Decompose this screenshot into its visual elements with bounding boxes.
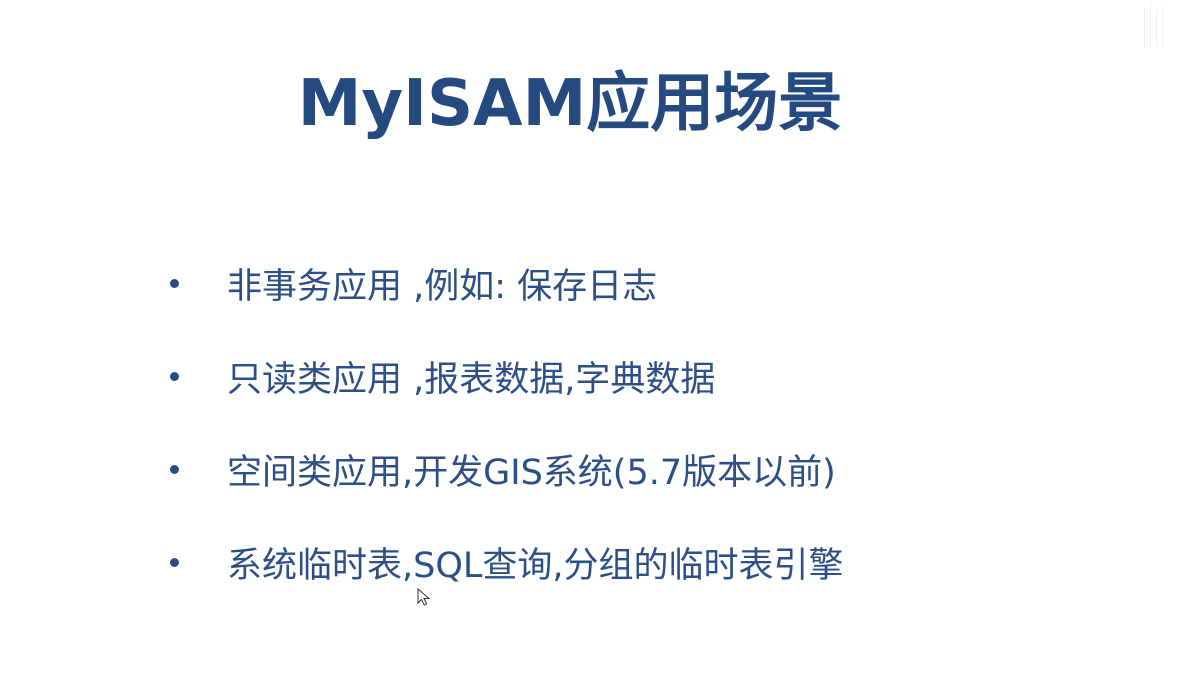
list-item: 系统临时表,SQL查询,分组的临时表引擎 <box>170 531 844 593</box>
presentation-slide: MyISAM应用场景 非事务应用 ,例如: 保存日志 只读类应用 ,报表数据,字… <box>0 0 1180 689</box>
bullet-text: 系统临时表,SQL查询,分组的临时表引擎 <box>227 545 844 586</box>
bullet-list: 非事务应用 ,例如: 保存日志 只读类应用 ,报表数据,字典数据 空间类应用,开… <box>170 252 844 624</box>
bullet-dot-icon <box>170 557 179 567</box>
list-item: 空间类应用,开发GIS系统(5.7版本以前) <box>170 438 844 500</box>
mouse-pointer-icon <box>417 588 431 606</box>
list-item: 非事务应用 ,例如: 保存日志 <box>170 252 844 314</box>
bullet-text: 空间类应用,开发GIS系统(5.7版本以前) <box>227 452 836 493</box>
bullet-dot-icon <box>170 464 179 474</box>
bullet-text: 非事务应用 ,例如: 保存日志 <box>227 266 658 307</box>
edge-artifact <box>1144 0 1163 48</box>
slide-title: MyISAM应用场景 <box>297 67 843 141</box>
bullet-dot-icon <box>170 371 179 381</box>
bullet-text: 只读类应用 ,报表数据,字典数据 <box>227 359 716 400</box>
bullet-dot-icon <box>170 278 179 288</box>
list-item: 只读类应用 ,报表数据,字典数据 <box>170 345 844 407</box>
